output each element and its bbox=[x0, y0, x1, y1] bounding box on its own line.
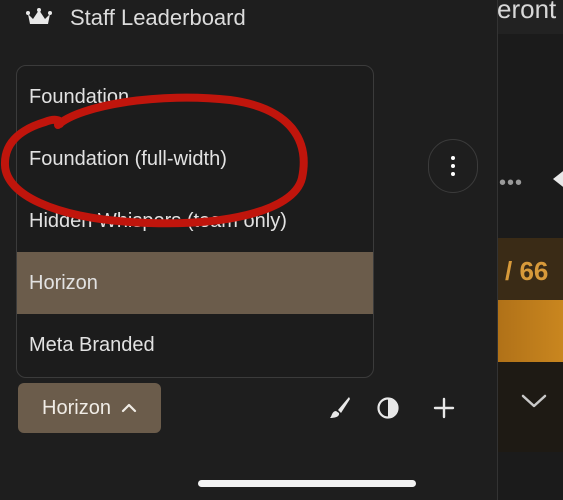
background-top-text: eront bbox=[497, 0, 557, 24]
menu-item-meta-branded[interactable]: Meta Branded bbox=[17, 314, 373, 376]
chevron-up-icon bbox=[121, 403, 137, 413]
ellipsis-icon[interactable]: ••• bbox=[499, 172, 523, 195]
panel-title: Staff Leaderboard bbox=[70, 5, 246, 30]
triangle-left-icon[interactable] bbox=[553, 168, 563, 190]
home-indicator[interactable] bbox=[198, 480, 416, 487]
menu-item-label: Horizon bbox=[29, 271, 98, 294]
background-score-text: / 66 bbox=[505, 256, 549, 286]
contrast-icon[interactable] bbox=[376, 396, 400, 420]
menu-item-label: Hidden Whispers (team only) bbox=[29, 209, 287, 232]
more-options-button[interactable] bbox=[428, 139, 478, 193]
menu-item-label: Foundation bbox=[29, 85, 130, 108]
menu-item-hidden-whispers[interactable]: Hidden Whispers (team only) bbox=[17, 190, 373, 252]
chevron-down-icon[interactable] bbox=[521, 393, 547, 409]
background-progress-bar bbox=[497, 300, 563, 362]
vertical-ellipsis-icon bbox=[451, 154, 455, 178]
menu-item-foundation-full-width[interactable]: Foundation (full-width) bbox=[17, 128, 373, 190]
background-app: eront ••• / 66 bbox=[497, 0, 563, 500]
theme-select-label: Horizon bbox=[42, 396, 111, 419]
menu-item-label: Meta Branded bbox=[29, 333, 155, 356]
crown-icon bbox=[26, 8, 52, 24]
paintbrush-icon[interactable] bbox=[329, 396, 351, 420]
theme-select-button[interactable]: Horizon bbox=[18, 383, 161, 433]
menu-item-foundation[interactable]: Foundation bbox=[17, 66, 373, 128]
theme-dropdown-menu: Foundation Foundation (full-width) Hidde… bbox=[16, 65, 374, 378]
plus-icon[interactable] bbox=[433, 396, 455, 420]
menu-item-label: Foundation (full-width) bbox=[29, 147, 227, 170]
background-top-bar: eront bbox=[497, 0, 563, 34]
menu-item-horizon[interactable]: Horizon bbox=[17, 252, 373, 314]
leaderboard-panel: Staff Leaderboard Foundation Foundation … bbox=[0, 0, 498, 500]
panel-header: Staff Leaderboard bbox=[26, 0, 246, 36]
